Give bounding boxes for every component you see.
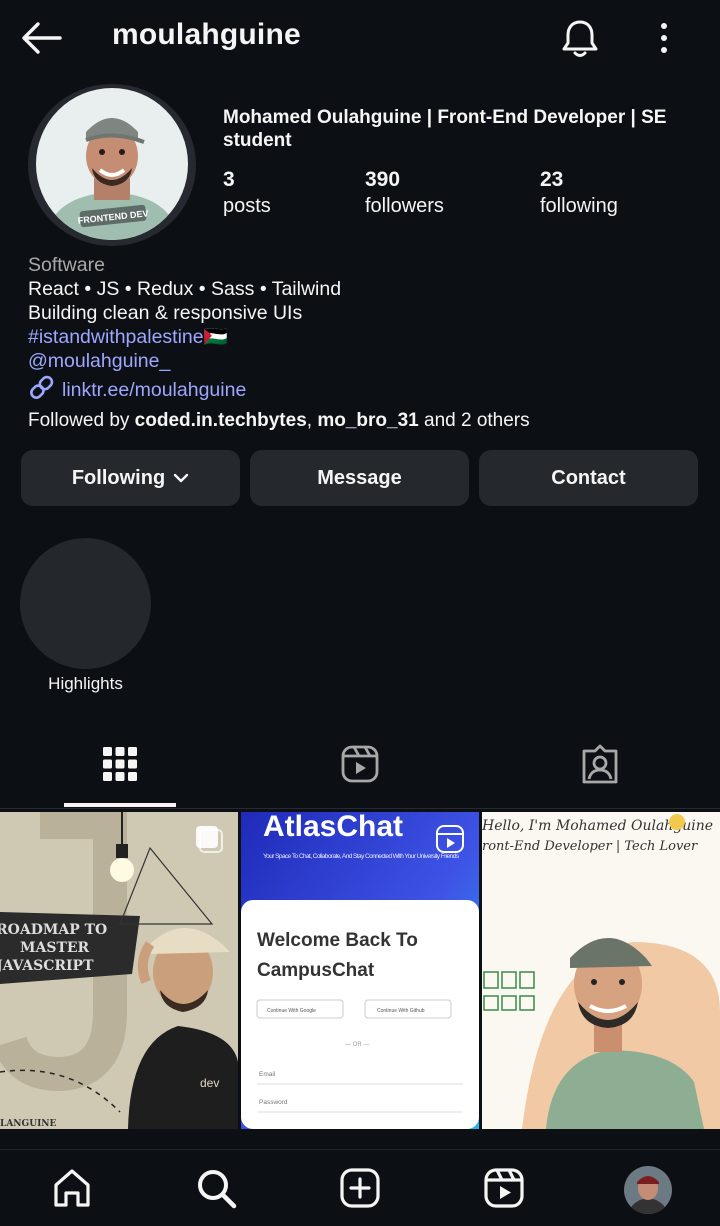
stat-posts: 3 posts [223,168,271,220]
following-count: 23 [540,168,564,191]
post-text: Continue With Github [377,1008,425,1014]
profile-avatar-icon [624,1166,672,1214]
nav-home[interactable] [44,1162,100,1218]
followed-by[interactable]: Followed by coded.in.techbytes, mo_bro_3… [28,409,708,433]
post-thumbnail[interactable]: ROADMAP TO MASTER JAVASCRIPT dev LANGUIN… [0,812,238,1129]
profile-category: Software [28,254,105,276]
followers-label: followers [365,195,444,217]
nav-search[interactable] [188,1162,244,1218]
external-link[interactable]: linktr.ee/moulahguine [62,378,246,402]
highlight-circle[interactable] [20,538,151,669]
back-arrow-icon[interactable] [20,20,64,56]
followed-by-user[interactable]: mo_bro_31 [317,410,418,431]
profile-full-name: Mohamed Oulahguine | Front-End Developer… [223,107,667,151]
nav-profile[interactable] [620,1162,676,1218]
post-text: dev [200,1076,219,1090]
bell-icon[interactable] [558,16,602,60]
followed-by-prefix: Followed by [28,410,135,431]
post-thumbnail[interactable]: Hello, I'm Mohamed Oulahguine ront-End D… [482,812,720,1129]
avatar[interactable]: FRONTEND DEV [36,88,188,240]
bottom-navigation [0,1149,720,1226]
grid-icon [102,746,138,787]
posts-count: 3 [223,168,235,191]
post-text: ROADMAP TO [0,922,107,938]
create-post-icon [338,1166,382,1215]
profile-bio: Software React • JS • Redux • Sass • Tai… [28,253,708,433]
home-icon [50,1166,94,1215]
post-text: Continue With Google [267,1008,316,1014]
active-tab-indicator [64,803,176,807]
tab-posts-grid[interactable] [60,742,180,790]
bio-line: React • JS • Redux • Sass • Tailwind [28,278,342,300]
followers-count: 390 [365,168,401,191]
contact-button[interactable]: Contact [479,450,698,506]
following-button-label: Following [71,466,166,489]
followed-by-sep: , [306,410,318,431]
stat-followers[interactable]: 390 followers [365,168,444,220]
reels-icon [340,744,380,789]
hashtag-link[interactable]: #istandwithpalestine🇵🇸 [28,325,708,349]
external-link-row[interactable]: linktr.ee/moulahguine [28,375,708,405]
post-text: Welcome Back To [257,930,418,951]
nav-create[interactable] [332,1162,388,1218]
chevron-down-icon [173,467,189,490]
post-text: Email [259,1071,276,1078]
reels-icon [482,1166,526,1215]
top-bar: moulahguine [0,0,720,76]
message-button[interactable]: Message [250,450,469,506]
search-icon [194,1166,238,1215]
tab-reels[interactable] [300,742,420,790]
contact-button-label: Contact [551,466,626,489]
link-icon [28,375,56,405]
post-text: Your Space To Chat, Collaborate, And Sta… [263,853,460,860]
nav-reels[interactable] [476,1162,532,1218]
mention-link[interactable]: @moulahguine_ [28,349,708,373]
message-button-label: Message [317,466,402,489]
followed-by-others[interactable]: 2 others [461,410,530,431]
highlight-label: Highlights [48,674,123,693]
post-text: AtlasChat [263,812,403,843]
post-text: CampusChat [257,960,375,981]
tab-tagged[interactable] [540,742,660,790]
following-button[interactable]: Following [21,450,240,506]
tagged-user-icon [580,744,620,789]
post-text: LANGUINE [0,1119,57,1129]
following-label: following [540,195,618,217]
post-thumbnail[interactable]: AtlasChat Your Space To Chat, Collaborat… [241,812,479,1129]
stat-following[interactable]: 23 following [540,168,618,220]
more-options-icon[interactable] [650,18,678,58]
followed-by-user[interactable]: coded.in.techbytes [135,410,307,431]
post-text: JAVASCRIPT [0,958,94,974]
posts-label: posts [223,195,271,217]
post-text: — OR — [345,1042,369,1048]
followed-by-suffix: and [418,410,461,431]
post-text: MASTER [20,940,90,956]
post-text: ront-End Developer | Tech Lover [482,839,698,854]
bio-line: Building clean & responsive UIs [28,302,303,324]
tab-divider [0,808,720,809]
post-text: Password [259,1099,288,1106]
page-title: moulahguine [112,18,301,51]
